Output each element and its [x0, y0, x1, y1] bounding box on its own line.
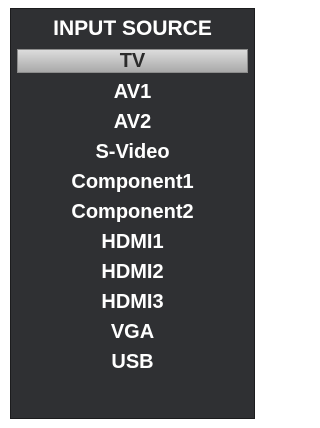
menu-item-component2[interactable]: Component2	[11, 197, 254, 227]
screen: INPUT SOURCE TV AV1 AV2 S-Video Componen…	[0, 0, 265, 428]
menu-item-hdmi2[interactable]: HDMI2	[11, 257, 254, 287]
menu-item-tv[interactable]: TV	[17, 49, 248, 73]
menu-item-component1[interactable]: Component1	[11, 167, 254, 197]
menu-item-s-video[interactable]: S-Video	[11, 137, 254, 167]
input-source-menu: INPUT SOURCE TV AV1 AV2 S-Video Componen…	[10, 8, 255, 419]
menu-item-usb[interactable]: USB	[11, 347, 254, 377]
menu-item-av1[interactable]: AV1	[11, 77, 254, 107]
input-source-list: TV AV1 AV2 S-Video Component1 Component2…	[11, 49, 254, 377]
menu-item-vga[interactable]: VGA	[11, 317, 254, 347]
menu-title: INPUT SOURCE	[53, 17, 212, 40]
menu-item-hdmi1[interactable]: HDMI1	[11, 227, 254, 257]
menu-item-av2[interactable]: AV2	[11, 107, 254, 137]
menu-item-hdmi3[interactable]: HDMI3	[11, 287, 254, 317]
